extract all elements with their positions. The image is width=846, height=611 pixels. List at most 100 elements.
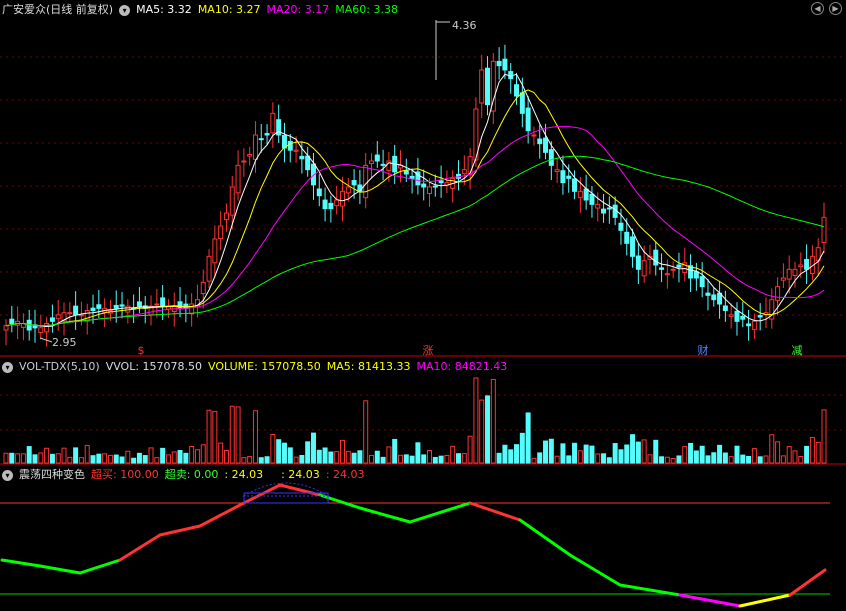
volume-bar[interactable] <box>49 453 55 464</box>
candle[interactable] <box>728 303 734 329</box>
candle[interactable] <box>322 187 328 222</box>
candle[interactable] <box>711 287 717 307</box>
volume-bar[interactable] <box>635 441 641 464</box>
candle[interactable] <box>15 306 21 340</box>
volume-bar[interactable] <box>438 455 444 464</box>
volume-bar[interactable] <box>641 439 647 464</box>
volume-bar[interactable] <box>427 450 433 464</box>
candle[interactable] <box>485 56 491 116</box>
volume-bar[interactable] <box>775 441 781 464</box>
candle[interactable] <box>44 316 50 347</box>
volume-bar[interactable] <box>676 455 682 464</box>
volume-bar[interactable] <box>270 434 276 464</box>
volume-bar[interactable] <box>630 434 636 464</box>
volume-bar[interactable] <box>792 450 798 464</box>
volume-bar[interactable] <box>125 450 131 464</box>
volume-bar[interactable] <box>693 450 699 464</box>
volume-bar[interactable] <box>711 452 717 464</box>
volume-bar[interactable] <box>357 450 363 464</box>
volume-bar[interactable] <box>763 455 769 464</box>
volume-bar[interactable] <box>583 444 589 464</box>
volume-bar[interactable] <box>612 443 618 464</box>
event-marker[interactable]: 财 <box>698 343 709 357</box>
candle[interactable] <box>374 141 380 168</box>
candle[interactable] <box>363 152 369 209</box>
candle[interactable] <box>554 157 560 183</box>
volume-bar[interactable] <box>223 449 229 464</box>
volume-bar[interactable] <box>543 440 549 464</box>
volume-bar[interactable] <box>9 452 15 464</box>
volume-bar[interactable] <box>142 455 148 464</box>
volume-bar[interactable] <box>78 457 84 464</box>
candle[interactable] <box>583 174 589 210</box>
candle[interactable] <box>763 297 769 329</box>
candle[interactable] <box>235 150 241 201</box>
candle[interactable] <box>450 170 456 203</box>
volume-bar[interactable] <box>363 400 369 464</box>
candle[interactable] <box>154 288 160 318</box>
volume-bar[interactable] <box>206 409 212 464</box>
candle[interactable] <box>769 288 775 329</box>
volume-bar[interactable] <box>131 457 137 464</box>
candle[interactable] <box>293 136 299 163</box>
volume-bar[interactable] <box>746 455 752 464</box>
volume-bar[interactable] <box>310 432 316 464</box>
volume-bar[interactable] <box>119 456 125 464</box>
chart-canvas[interactable]: $ 涨 财 减 4.36 2.95 <box>0 0 846 611</box>
volume-bars[interactable] <box>3 377 827 464</box>
candle[interactable] <box>281 122 287 163</box>
volume-bar[interactable] <box>293 456 299 464</box>
candle[interactable] <box>438 165 444 198</box>
candle[interactable] <box>734 302 740 336</box>
volume-bar[interactable] <box>252 410 258 464</box>
volume-bar[interactable] <box>514 444 520 464</box>
volume-bar[interactable] <box>780 455 786 464</box>
volume-bar[interactable] <box>287 447 293 464</box>
candle[interactable] <box>699 262 705 298</box>
volume-bar[interactable] <box>757 456 763 464</box>
volume-bar[interactable] <box>595 453 601 464</box>
candle[interactable] <box>751 313 757 340</box>
volume-bar[interactable] <box>154 457 160 464</box>
volume-bar[interactable] <box>241 457 247 464</box>
volume-bar[interactable] <box>345 450 351 464</box>
volume-bar[interactable] <box>815 441 821 464</box>
candle[interactable] <box>525 96 531 144</box>
volume-bar[interactable] <box>160 447 166 464</box>
candle[interactable] <box>409 168 415 194</box>
candle[interactable] <box>258 123 264 153</box>
volume-bar[interactable] <box>688 442 694 464</box>
volume-bar[interactable] <box>467 435 473 464</box>
candle[interactable] <box>490 53 496 124</box>
volume-bar[interactable] <box>264 456 270 464</box>
volume-bar[interactable] <box>3 452 9 464</box>
volume-bar[interactable] <box>647 454 653 464</box>
candle[interactable] <box>305 146 311 177</box>
candle[interactable] <box>722 290 728 322</box>
volume-bar[interactable] <box>403 454 409 464</box>
candle[interactable] <box>444 170 450 194</box>
candle[interactable] <box>647 244 653 275</box>
event-marker[interactable]: $ <box>138 344 145 357</box>
candle[interactable] <box>815 238 821 276</box>
volume-bar[interactable] <box>258 457 264 464</box>
candle[interactable] <box>136 287 142 314</box>
volume-bar[interactable] <box>409 455 415 464</box>
volume-bar[interactable] <box>606 457 612 464</box>
volume-bar[interactable] <box>136 452 142 464</box>
volume-settings-icon[interactable]: ▾ <box>2 361 13 373</box>
candle[interactable] <box>397 150 403 183</box>
volume-bar[interactable] <box>734 445 740 464</box>
volume-bar[interactable] <box>177 450 183 464</box>
volume-bar[interactable] <box>653 439 659 464</box>
volume-bar[interactable] <box>316 449 322 464</box>
candle[interactable] <box>717 280 723 319</box>
candle[interactable] <box>746 309 752 341</box>
volume-bar[interactable] <box>247 456 253 464</box>
volume-bar[interactable] <box>618 449 624 464</box>
volume-bar[interactable] <box>73 447 79 464</box>
volume-bar[interactable] <box>194 449 200 464</box>
volume-bar[interactable] <box>450 445 456 464</box>
candle[interactable] <box>357 169 363 205</box>
volume-bar[interactable] <box>44 447 50 464</box>
